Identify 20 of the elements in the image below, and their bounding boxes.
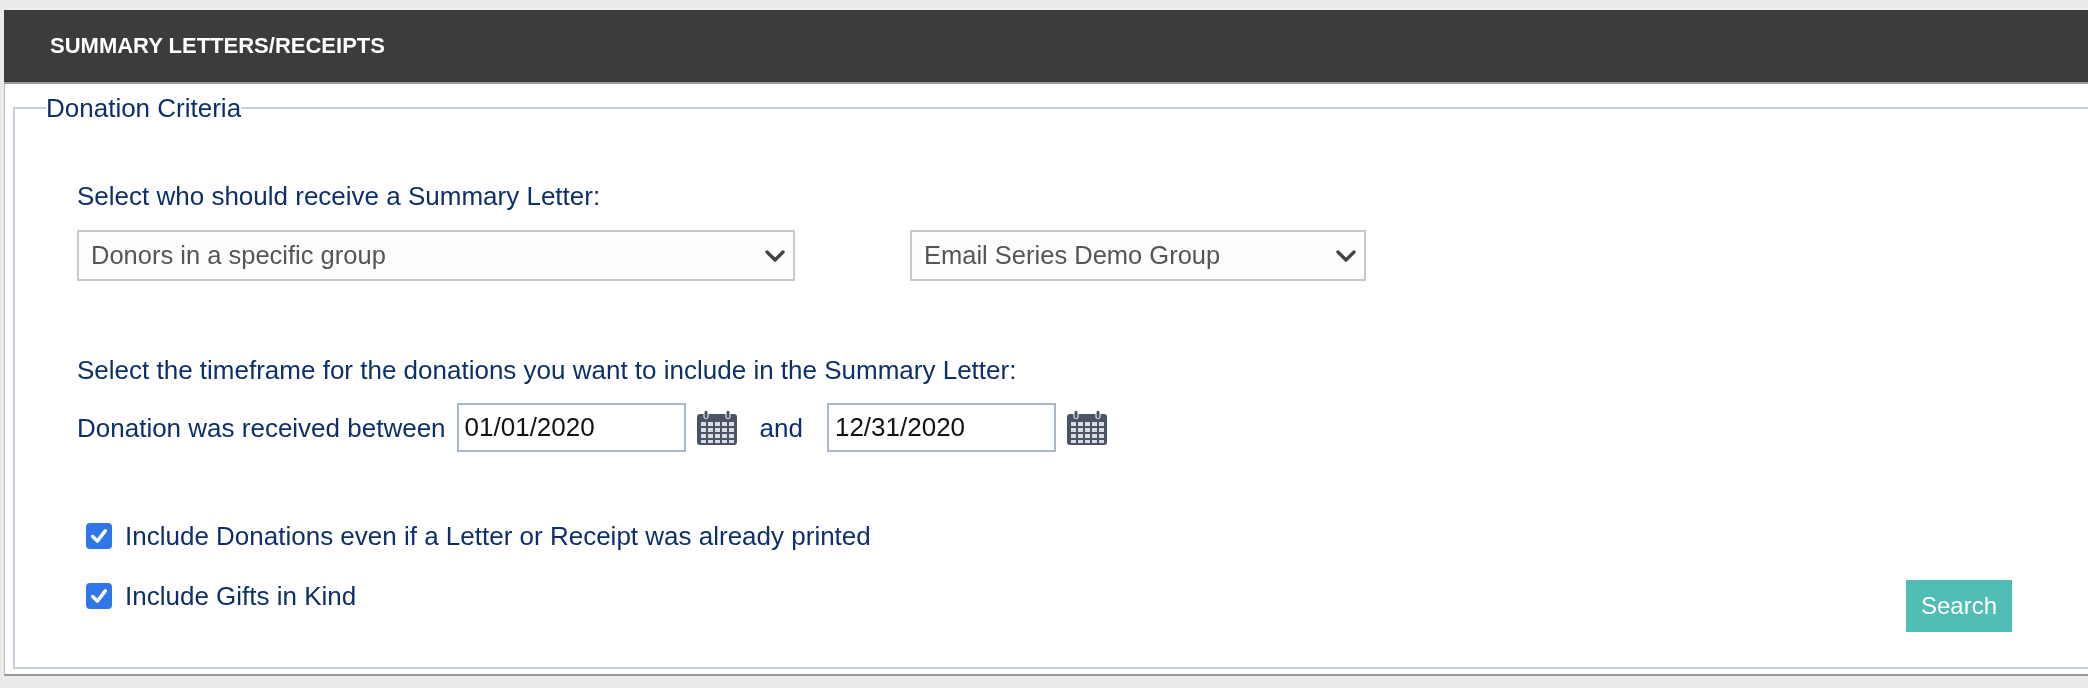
- checkbox-label[interactable]: Include Gifts in Kind: [125, 581, 357, 611]
- calendar-icon[interactable]: [695, 409, 738, 446]
- checkbox[interactable]: [86, 583, 112, 609]
- dropdown[interactable]: Email Series Demo Group: [910, 230, 1366, 281]
- date-field[interactable]: 12/31/2020: [826, 403, 1056, 452]
- range-joiner: and: [759, 412, 803, 443]
- date-field[interactable]: 01/01/2020: [456, 403, 686, 452]
- chevron-down-icon: [1336, 249, 1356, 262]
- group-legend: Donation Criteria: [46, 93, 242, 123]
- checkmark-icon: [91, 529, 107, 543]
- range-label: Donation was received between: [77, 412, 446, 443]
- checkbox-label[interactable]: Include Donations even if a Letter or Receipt was already printed: [125, 521, 871, 551]
- checkbox[interactable]: [86, 523, 112, 549]
- checkmark-icon: [91, 589, 107, 603]
- section-label: Select the timeframe for the donations you want to include in the Summary Letter:: [77, 355, 1017, 385]
- dropdown[interactable]: Donors in a specific group: [77, 230, 795, 281]
- section-label: Select who should receive a Summary Letter:: [77, 181, 601, 211]
- chevron-down-icon: [765, 249, 785, 262]
- page-title: SUMMARY LETTERS/RECEIPTS: [50, 33, 385, 59]
- calendar-icon[interactable]: [1065, 409, 1108, 446]
